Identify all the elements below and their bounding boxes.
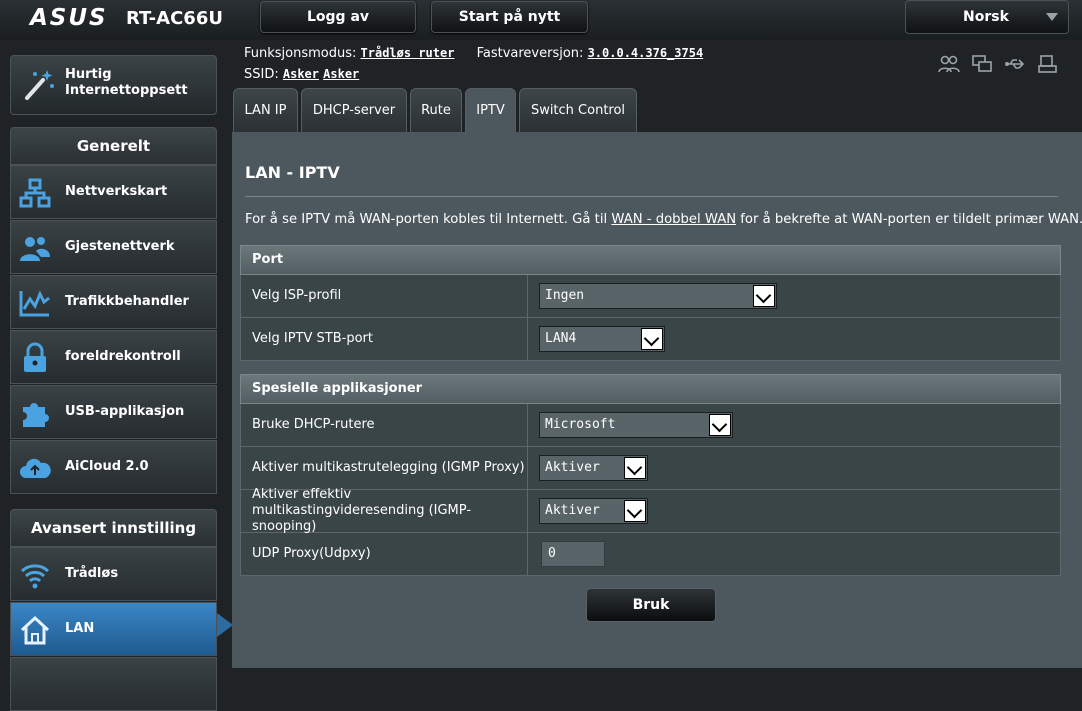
sidebar-item-label: foreldrekontroll: [65, 349, 181, 364]
printer-icon[interactable]: [1037, 54, 1059, 74]
description-text-end: for å bekrefte at WAN-porten er tildelt …: [736, 212, 1082, 227]
sidebar-item-traffic-manager[interactable]: Trafikkbehandler: [10, 275, 217, 329]
language-select[interactable]: Norsk: [905, 0, 1069, 34]
tab-iptv[interactable]: IPTV: [465, 88, 516, 132]
tab-route[interactable]: Rute: [410, 88, 462, 132]
sidebar-item-label: Trådløs: [65, 566, 119, 581]
stb-port-select[interactable]: LAN4: [539, 326, 665, 352]
top-header: ASUS RT-AC66U Logg av Start på nytt Nors…: [0, 0, 1082, 40]
title-divider: [245, 196, 1058, 197]
model-name: RT-AC66U: [126, 8, 223, 29]
sidebar-item-wireless[interactable]: Trådløs: [10, 547, 217, 601]
sidebar-item-label: Nettverkskart: [65, 184, 168, 199]
table-row: Velg ISP-profil Ingen: [240, 275, 1061, 318]
sidebar-item-label: LAN: [65, 621, 95, 636]
firmware-link[interactable]: 3.0.0.4.376_3754: [588, 46, 704, 60]
chevron-down-icon: [753, 285, 775, 307]
special-apps-heading: Spesielle applikasjoner: [240, 374, 1061, 404]
igmp-proxy-label: Aktiver multikastrutelegging (IGMP Proxy…: [252, 460, 525, 475]
logout-button[interactable]: Logg av: [260, 1, 416, 33]
ssid-link-24g[interactable]: Asker: [283, 67, 319, 81]
quick-setup-button[interactable]: Hurtig Internettoppsett: [10, 55, 217, 115]
dhcp-routes-label: Bruke DHCP-rutere: [252, 417, 375, 432]
sidebar-item-aicloud[interactable]: AiCloud 2.0: [10, 440, 217, 494]
lock-icon: [19, 342, 51, 374]
magic-wand-icon: [21, 66, 57, 102]
table-row: Velg IPTV STB-port LAN4: [240, 318, 1061, 361]
description-text: For å se IPTV må WAN-porten kobles til I…: [245, 212, 612, 227]
chevron-down-icon: [641, 328, 663, 350]
puzzle-icon: [19, 397, 51, 429]
dhcp-routes-value: Microsoft: [545, 417, 616, 432]
clients-icon[interactable]: [938, 54, 960, 74]
table-row: Bruke DHCP-rutere Microsoft: [240, 404, 1061, 447]
isp-profile-select[interactable]: Ingen: [539, 283, 777, 309]
usb-icon[interactable]: [1004, 54, 1026, 74]
sidebar-item-label: AiCloud 2.0: [65, 459, 149, 474]
igmp-proxy-value: Aktiver: [545, 460, 600, 475]
stb-port-label: Velg IPTV STB-port: [252, 331, 373, 346]
firmware-label: Fastvareversjon:: [476, 46, 584, 61]
tab-lan-ip[interactable]: LAN IP: [233, 88, 298, 132]
tab-dhcp-server[interactable]: DHCP-server: [301, 88, 407, 132]
sidebar-item-label: Trafikkbehandler: [65, 294, 189, 309]
cloud-icon: [19, 452, 51, 484]
apply-button[interactable]: Bruk: [586, 588, 716, 622]
chevron-down-icon: [1046, 13, 1058, 21]
general-heading: Generelt: [10, 127, 217, 165]
sidebar-item-parental-control[interactable]: foreldrekontroll: [10, 330, 217, 384]
igmp-proxy-select[interactable]: Aktiver: [539, 455, 648, 481]
page-title: LAN - IPTV: [245, 163, 340, 182]
isp-profile-label: Velg ISP-profil: [252, 288, 342, 303]
ssid-label: SSID:: [244, 67, 279, 82]
traffic-manager-icon: [19, 287, 51, 319]
brand-logo: ASUS: [30, 5, 108, 31]
page-description: For å se IPTV må WAN-porten kobles til I…: [245, 212, 1082, 227]
chevron-down-icon: [624, 457, 646, 479]
igmp-snooping-label: Aktiver effektiv multikastingvideresendi…: [252, 487, 472, 534]
operation-info: Funksjonsmodus: Trådløs ruter Fastvareve…: [244, 46, 703, 61]
sidebar-item-usb-application[interactable]: USB-applikasjon: [10, 385, 217, 439]
table-row: Aktiver multikastrutelegging (IGMP Proxy…: [240, 447, 1061, 490]
network-icon[interactable]: [971, 54, 993, 74]
sidebar-item-label: USB-applikasjon: [65, 404, 185, 419]
table-row: UDP Proxy(Udpxy) 0: [240, 533, 1061, 576]
sidebar-item-next[interactable]: [10, 657, 217, 711]
wifi-icon: [19, 559, 51, 591]
ssid-info: SSID: Asker Asker: [244, 67, 359, 82]
igmp-snooping-select[interactable]: Aktiver: [539, 498, 648, 524]
table-row: Aktiver effektiv multikastingvideresendi…: [240, 487, 1061, 534]
ssid-link-5g[interactable]: Asker: [323, 67, 359, 81]
network-map-icon: [19, 177, 51, 209]
udpxy-label: UDP Proxy(Udpxy): [252, 546, 371, 561]
igmp-snooping-value: Aktiver: [545, 503, 600, 518]
restart-button[interactable]: Start på nytt: [431, 1, 588, 33]
mode-label: Funksjonsmodus:: [244, 46, 357, 61]
tab-switch-control[interactable]: Switch Control: [519, 88, 637, 132]
chevron-down-icon: [709, 414, 731, 436]
sidebar-item-lan[interactable]: LAN: [10, 602, 217, 656]
sidebar-item-network-map[interactable]: Nettverkskart: [10, 165, 217, 219]
port-section-heading: Port: [240, 245, 1061, 275]
active-indicator: [217, 613, 233, 637]
guest-network-icon: [19, 232, 51, 264]
stb-port-value: LAN4: [545, 331, 577, 346]
sidebar-item-label: Gjestenettverk: [65, 239, 175, 254]
home-icon: [19, 614, 51, 646]
sidebar-item-guest-network[interactable]: Gjestenettverk: [10, 220, 217, 274]
udpxy-input[interactable]: 0: [541, 541, 605, 567]
advanced-heading: Avansert innstilling: [10, 509, 217, 547]
dhcp-routes-select[interactable]: Microsoft: [539, 412, 733, 438]
isp-profile-value: Ingen: [545, 288, 585, 303]
quick-setup-label: Hurtig Internettoppsett: [65, 67, 188, 98]
language-label: Norsk: [963, 9, 1009, 25]
status-icons: [938, 54, 1059, 74]
wan-dual-wan-link[interactable]: WAN - dobbel WAN: [611, 212, 736, 227]
chevron-down-icon: [624, 500, 646, 522]
mode-link[interactable]: Trådløs ruter: [361, 46, 455, 60]
